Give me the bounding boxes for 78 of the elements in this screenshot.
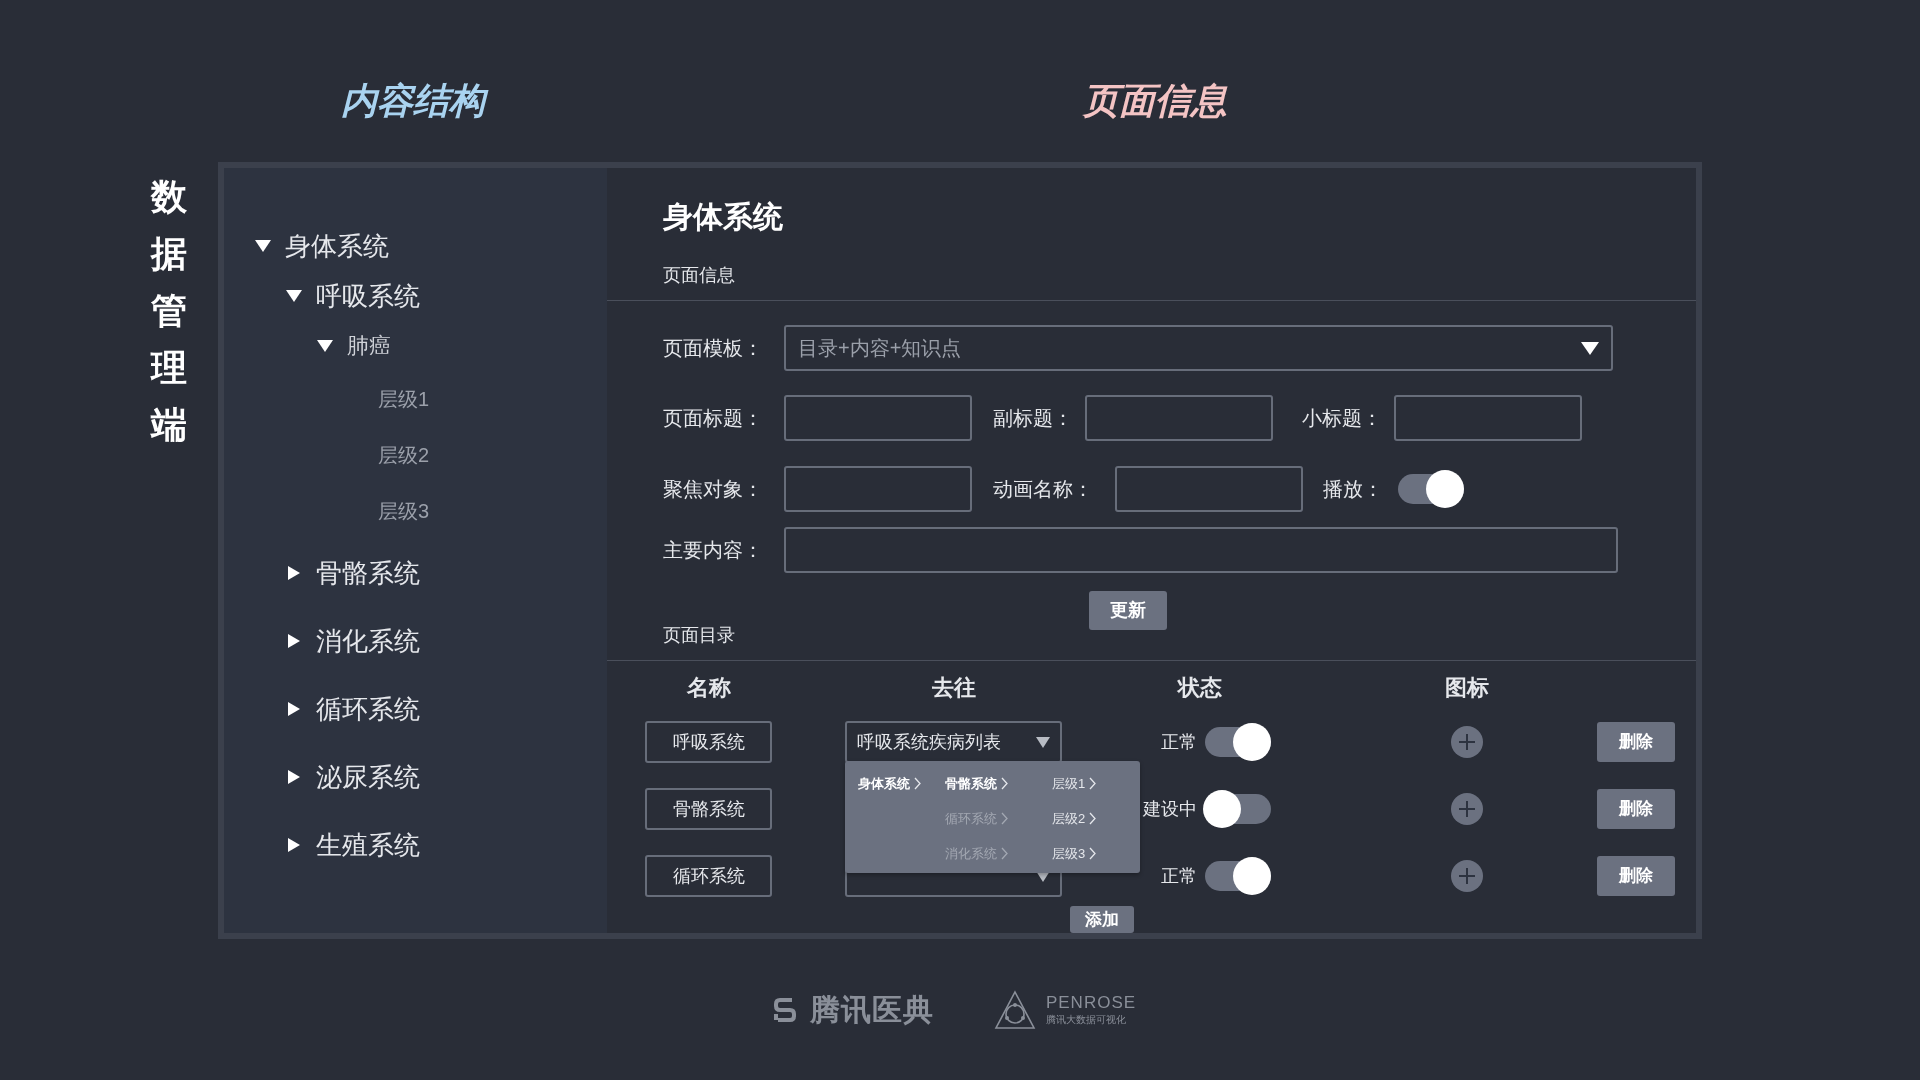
field-label: 聚焦对象： (663, 477, 764, 502)
field-label: 页面标题： (663, 406, 764, 431)
chevron-right-icon (1089, 847, 1098, 860)
update-button[interactable]: 更新 (1089, 591, 1167, 630)
tree-item[interactable]: 消化系统 (316, 626, 420, 656)
tree-item[interactable]: 身体系统 (285, 231, 389, 261)
caret-right-icon[interactable] (286, 634, 302, 648)
column-header: 名称 (685, 674, 732, 702)
name-button[interactable]: 循环系统 (645, 855, 772, 897)
chevron-right-icon (1001, 777, 1009, 790)
tree-item[interactable]: 骨骼系统 (316, 558, 420, 588)
field-label: 副标题： (993, 406, 1074, 431)
section-heading: 页面信息 (1082, 79, 1227, 123)
page-title: 身体系统 (663, 199, 784, 235)
field-label: 播放： (1323, 477, 1384, 502)
field-label: 动画名称： (993, 477, 1094, 502)
partner-tagline: 腾讯大数据可视化 (1045, 1013, 1127, 1026)
tree-item[interactable]: 层级2 (378, 440, 430, 470)
caret-right-icon[interactable] (286, 566, 302, 580)
status-text: 正常 (1161, 730, 1197, 754)
brand-name: 腾讯医典 (809, 992, 934, 1028)
tree-item[interactable]: 泌尿系统 (316, 762, 420, 792)
menu-item[interactable]: 层级2 (1052, 801, 1132, 836)
delete-button[interactable]: 删除 (1597, 789, 1675, 829)
caret-down-icon (1581, 341, 1599, 355)
tree-item[interactable]: 生殖系统 (316, 830, 420, 860)
tree-item[interactable]: 呼吸系统 (316, 281, 420, 311)
delete-button[interactable]: 删除 (1597, 722, 1675, 762)
input-field[interactable] (784, 527, 1618, 573)
menu-item[interactable]: 层级1 (1052, 766, 1132, 801)
input-field[interactable] (1085, 395, 1273, 441)
chevron-right-icon (1089, 812, 1098, 825)
tree-item[interactable]: 层级1 (378, 384, 430, 414)
column-header: 图标 (1444, 674, 1490, 702)
field-label: 小标题： (1302, 406, 1383, 431)
select-value: 目录+内容+知识点 (798, 336, 962, 361)
delete-button[interactable]: 删除 (1597, 856, 1675, 896)
caret-right-icon[interactable] (286, 770, 302, 784)
select-value: 呼吸系统疾病列表 (857, 730, 1001, 754)
name-button[interactable]: 呼吸系统 (645, 721, 772, 763)
column-header: 状态 (1176, 674, 1223, 702)
menu-item[interactable]: 骨骼系统 (945, 766, 1052, 801)
chevron-right-icon (1089, 777, 1098, 790)
add-icon[interactable] (1451, 860, 1483, 892)
field-label: 页面模板： (663, 336, 764, 361)
add-icon[interactable] (1451, 793, 1483, 825)
caret-down-icon[interactable] (317, 339, 333, 353)
section-label: 页面信息 (663, 264, 736, 287)
vertical-title: 数据管理端 (151, 175, 187, 447)
tree-item[interactable]: 循环系统 (316, 694, 420, 724)
add-icon[interactable] (1451, 726, 1483, 758)
input-field[interactable] (1115, 466, 1303, 512)
add-button[interactable]: 添加 (1070, 906, 1134, 933)
name-button[interactable]: 骨骼系统 (645, 788, 772, 830)
chevron-right-icon (1001, 847, 1009, 860)
section-label: 页面目录 (663, 624, 735, 647)
chevron-right-icon (1001, 812, 1009, 825)
caret-right-icon[interactable] (286, 838, 302, 852)
field-label: 主要内容： (663, 538, 764, 563)
input-field[interactable] (784, 466, 972, 512)
menu-item[interactable]: 层级3 (1052, 836, 1132, 871)
status-text: 正常 (1161, 864, 1197, 888)
caret-down-icon (1036, 736, 1050, 748)
caret-right-icon[interactable] (286, 702, 302, 716)
partner-name: PENROSE (1045, 993, 1137, 1013)
chevron-right-icon (914, 777, 922, 790)
input-field[interactable] (784, 395, 972, 441)
s-logo-icon (771, 995, 798, 1024)
triangle-logo-icon (993, 989, 1036, 1030)
input-field[interactable] (1394, 395, 1582, 441)
caret-down-icon[interactable] (255, 239, 271, 253)
menu-item[interactable]: 身体系统 (858, 766, 945, 801)
tree-item[interactable]: 肺癌 (347, 331, 391, 361)
column-header: 去往 (930, 674, 977, 702)
status-text: 建设中 (1143, 797, 1197, 821)
caret-down-icon[interactable] (286, 289, 302, 303)
template-select[interactable]: 目录+内容+知识点 (784, 325, 1613, 371)
tree-item[interactable]: 层级3 (378, 496, 430, 526)
